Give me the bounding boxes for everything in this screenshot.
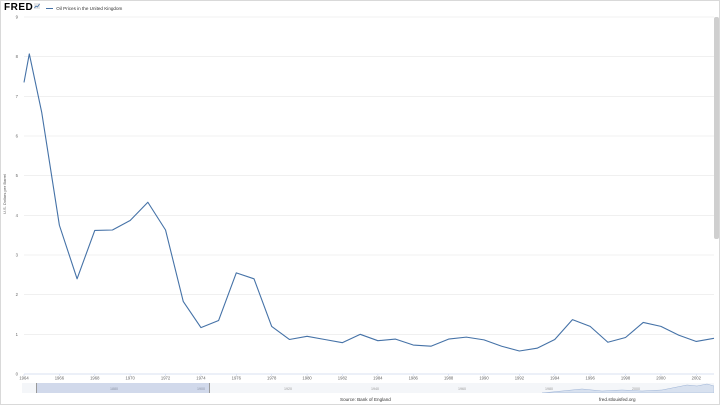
navigator-label: 1920 — [284, 387, 292, 391]
x-tick-label: 1982 — [338, 376, 348, 381]
x-tick-label: 1980 — [302, 376, 312, 381]
x-tick-label: 1988 — [444, 376, 454, 381]
data-point[interactable] — [253, 278, 255, 280]
y-tick-label: 7 — [16, 94, 19, 99]
data-point[interactable] — [695, 340, 697, 342]
footer-url[interactable]: fred.stlouisfed.org — [599, 397, 636, 402]
page-scrollbar[interactable] — [714, 17, 719, 239]
data-point[interactable] — [359, 333, 361, 335]
chart-svg: 0 1 2 3 4 5 6 7 8 9 1964 1966 1968 1970 1972 1974 1976 19… — [16, 15, 715, 381]
navigator-label: 1940 — [371, 387, 379, 391]
data-point[interactable] — [412, 344, 414, 346]
x-tick-label: 1970 — [125, 376, 135, 381]
series-line[interactable] — [23, 53, 715, 352]
x-tick-label: 1992 — [515, 376, 525, 381]
footer-source: Source: Bank of England — [340, 397, 391, 402]
y-tick-label: 4 — [16, 213, 19, 218]
data-point[interactable] — [111, 229, 113, 231]
data-point[interactable] — [677, 334, 679, 336]
x-tick-label: 1972 — [161, 376, 171, 381]
navigator[interactable]: 1880 1900 1920 1940 1960 1980 2000 — [22, 383, 714, 393]
data-point[interactable] — [76, 278, 78, 280]
data-point[interactable] — [554, 338, 556, 340]
data-point[interactable] — [607, 341, 609, 343]
y-tick-label: 1 — [16, 332, 19, 337]
navigator-label: 1980 — [545, 387, 553, 391]
data-point[interactable] — [500, 345, 502, 347]
y-tick-label: 8 — [16, 54, 19, 59]
y-tick-label: 9 — [16, 15, 19, 20]
x-tick-label: 1986 — [409, 376, 419, 381]
data-point[interactable] — [642, 321, 644, 323]
data-point[interactable] — [235, 272, 237, 274]
x-tick-label: 2002 — [692, 376, 702, 381]
data-point[interactable] — [40, 111, 42, 113]
data-point[interactable] — [200, 326, 202, 328]
data-point[interactable] — [571, 318, 573, 320]
x-tick-label: 1990 — [479, 376, 489, 381]
y-tick-label: 3 — [16, 253, 19, 258]
data-point[interactable] — [394, 338, 396, 340]
data-point[interactable] — [94, 229, 96, 231]
data-point[interactable] — [129, 219, 131, 221]
data-point[interactable] — [217, 319, 219, 321]
data-point[interactable] — [430, 345, 432, 347]
x-tick-label: 1994 — [550, 376, 560, 381]
data-point[interactable] — [536, 347, 538, 349]
data-point[interactable] — [306, 335, 308, 337]
navigator-series-area — [541, 383, 714, 393]
data-point[interactable] — [23, 81, 25, 83]
y-tick-label: 6 — [16, 134, 19, 139]
y-tick-label: 0 — [16, 372, 19, 377]
navigator-label: 1960 — [458, 387, 466, 391]
y-tick-label: 2 — [16, 292, 19, 297]
data-point[interactable] — [589, 325, 591, 327]
x-tick-label: 1984 — [373, 376, 383, 381]
x-tick-label: 1974 — [196, 376, 206, 381]
data-point[interactable] — [624, 336, 626, 338]
data-point[interactable] — [270, 325, 272, 327]
data-point[interactable] — [324, 338, 326, 340]
x-tick-label: 1996 — [585, 376, 595, 381]
data-point[interactable] — [377, 339, 379, 341]
data-point[interactable] — [164, 229, 166, 231]
data-point[interactable] — [518, 350, 520, 352]
data-point[interactable] — [28, 53, 30, 55]
data-point[interactable] — [182, 300, 184, 302]
data-point[interactable] — [447, 338, 449, 340]
x-tick-label: 1978 — [267, 376, 277, 381]
data-point[interactable] — [660, 325, 662, 327]
x-tick-label: 1966 — [55, 376, 65, 381]
x-tick-label: 1968 — [90, 376, 100, 381]
data-point[interactable] — [465, 336, 467, 338]
x-tick-label: 1998 — [621, 376, 631, 381]
x-tick-label: 1976 — [232, 376, 242, 381]
y-tick-label: 5 — [16, 173, 19, 178]
data-point[interactable] — [58, 224, 60, 226]
x-tick-label: 2000 — [656, 376, 666, 381]
data-point[interactable] — [713, 337, 715, 339]
data-point[interactable] — [483, 339, 485, 341]
data-point[interactable] — [147, 201, 149, 203]
data-point[interactable] — [288, 338, 290, 340]
data-point[interactable] — [341, 341, 343, 343]
x-tick-label: 1964 — [19, 376, 29, 381]
navigator-label: 2000 — [632, 387, 640, 391]
navigator-range-window[interactable] — [36, 383, 210, 393]
